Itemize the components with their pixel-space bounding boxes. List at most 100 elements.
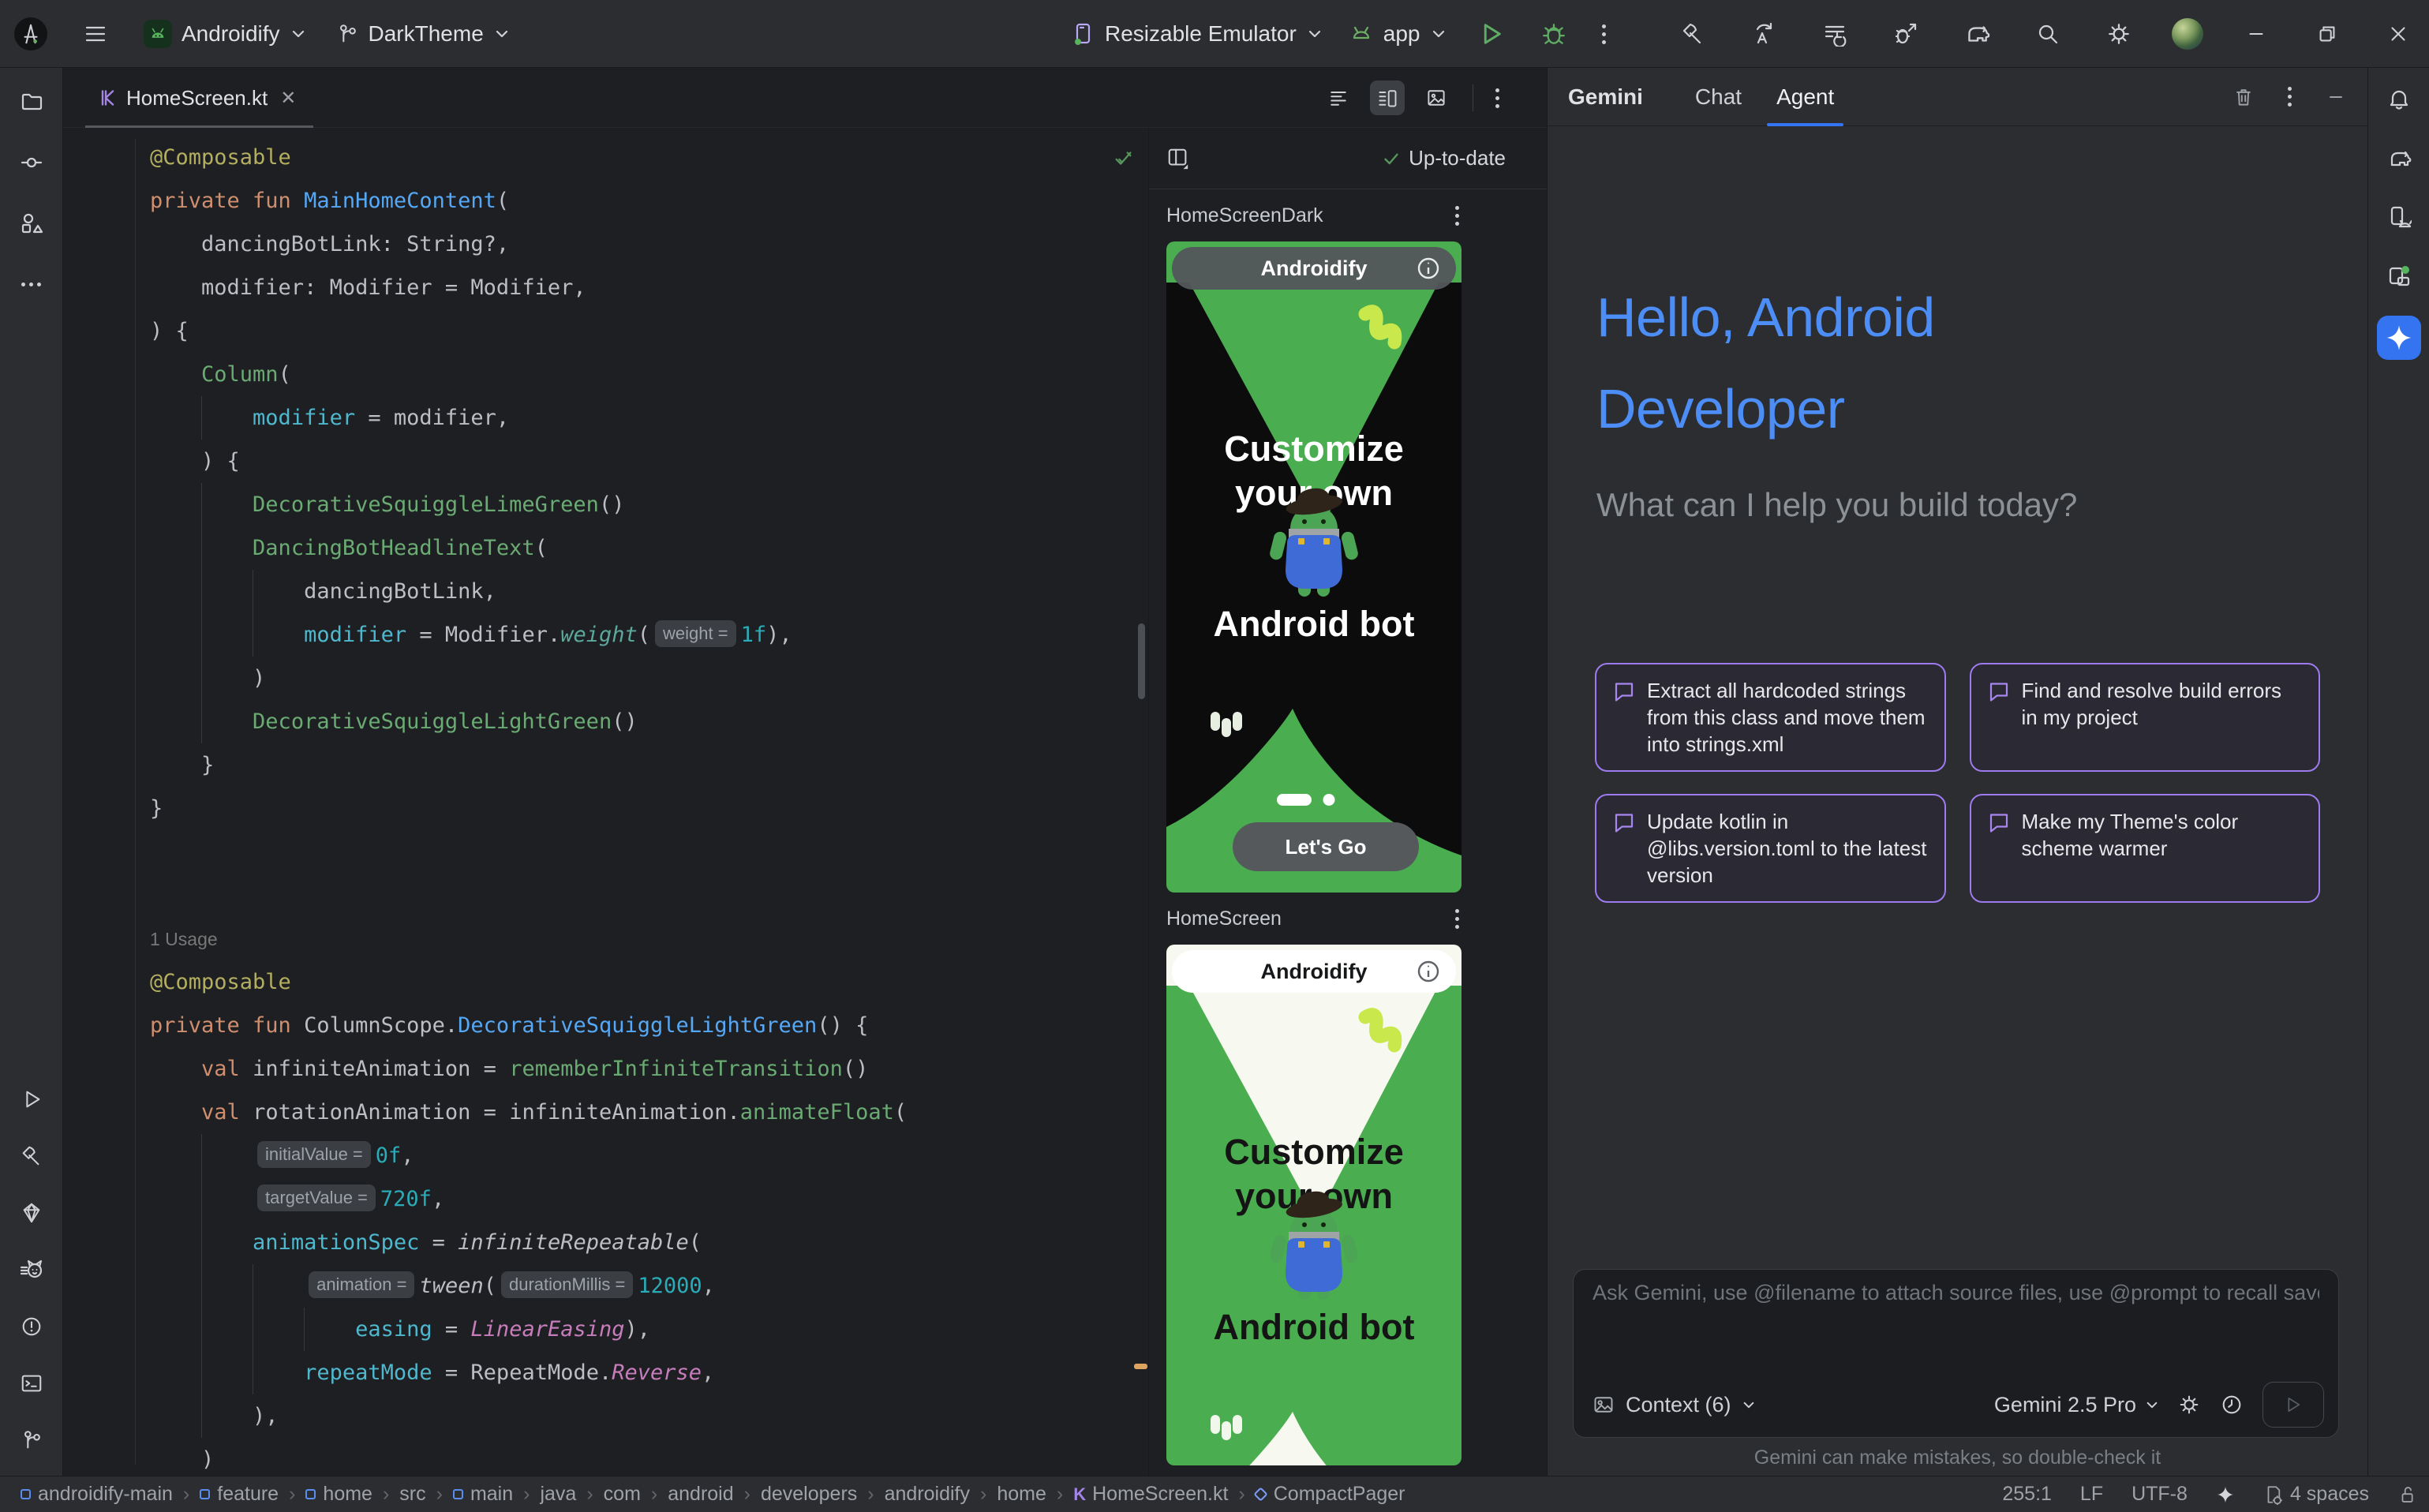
run-configuration-selector[interactable]: app xyxy=(1349,21,1446,47)
settings-button[interactable] xyxy=(2101,16,2137,52)
chevron-down-icon xyxy=(1742,1401,1755,1409)
code-line: ) { xyxy=(150,440,1148,483)
android-studio-logo-icon[interactable] xyxy=(14,17,47,51)
line-separator-widget[interactable]: LF xyxy=(2080,1483,2103,1506)
chat-bubble-icon xyxy=(1612,680,1636,704)
gemini-tool-button-active[interactable] xyxy=(2377,316,2421,360)
editor-scrollbar[interactable] xyxy=(1138,623,1145,699)
homescreendark-preview-image[interactable]: Androidify Customize your own xyxy=(1166,241,1462,893)
breadcrumb-item[interactable]: src xyxy=(372,1483,426,1506)
sync-changes-button[interactable] xyxy=(1746,16,1782,52)
hero-title-line1: Hello, Android xyxy=(1596,271,2320,363)
terminal-tool-button[interactable] xyxy=(13,1365,50,1402)
breadcrumb-item[interactable]: com xyxy=(576,1483,641,1506)
user-avatar[interactable] xyxy=(2172,18,2203,50)
app-quality-insights-tool-button[interactable] xyxy=(13,1195,50,1231)
project-icon xyxy=(144,20,172,48)
run-tool-button[interactable] xyxy=(13,1081,50,1117)
svg-text:Customize: Customize xyxy=(1224,429,1404,469)
send-button[interactable] xyxy=(2262,1382,2324,1428)
gradle-sync-button[interactable] xyxy=(1959,16,1995,52)
unlock-icon[interactable] xyxy=(2397,1484,2418,1505)
breadcrumb-item[interactable]: feature xyxy=(173,1483,279,1506)
code-line: ) xyxy=(150,657,1148,700)
gemini-settings-icon[interactable] xyxy=(2177,1393,2201,1417)
inspections-passed-icon[interactable] xyxy=(1112,147,1136,170)
history-icon[interactable] xyxy=(2220,1393,2244,1417)
run-button[interactable] xyxy=(1473,16,1509,52)
project-name: Androidify xyxy=(182,21,280,47)
main-menu-button[interactable] xyxy=(77,16,114,52)
gemini-prompt-input[interactable] xyxy=(1593,1281,2319,1375)
build-tool-button[interactable] xyxy=(13,1138,50,1174)
preview-options-button[interactable] xyxy=(1452,906,1462,932)
notifications-tool-button[interactable] xyxy=(2381,82,2417,118)
window-close-button[interactable] xyxy=(2380,16,2416,52)
breadcrumb-item[interactable]: android xyxy=(641,1483,734,1506)
context-selector[interactable]: Context (6) xyxy=(1626,1393,1731,1417)
code-view-button[interactable] xyxy=(1321,80,1356,115)
more-run-options-button[interactable] xyxy=(1599,21,1609,47)
caret-position-widget[interactable]: 255:1 xyxy=(2002,1483,2052,1506)
preview-options-button[interactable] xyxy=(1452,203,1462,229)
build-variants-button[interactable] xyxy=(1817,16,1853,52)
gradle-elephant-icon xyxy=(2386,146,2412,171)
window-restore-button[interactable] xyxy=(2309,16,2345,52)
search-everywhere-button[interactable] xyxy=(2030,16,2066,52)
resource-manager-tool-button[interactable] xyxy=(13,205,50,241)
breadcrumb-item[interactable]: home xyxy=(279,1483,372,1506)
vcs-branch-widget[interactable]: DarkTheme xyxy=(335,21,509,47)
encoding-widget[interactable]: UTF-8 xyxy=(2131,1483,2188,1506)
design-view-button[interactable] xyxy=(1419,80,1454,115)
tab-close-icon[interactable]: ✕ xyxy=(277,87,299,110)
breadcrumb-item[interactable]: KHomeScreen.kt xyxy=(1046,1483,1229,1506)
device-manager-tool-button[interactable] xyxy=(2381,199,2417,235)
tab-agent[interactable]: Agent xyxy=(1759,68,1851,126)
compose-preview-panel: Up-to-date HomeScreenDark Androidify Cus… xyxy=(1148,128,1547,1476)
homescreen-preview-image[interactable]: Androidify Customize your own xyxy=(1166,945,1462,1465)
project-tool-button[interactable] xyxy=(13,84,50,120)
window-minimize-button[interactable] xyxy=(2238,16,2274,52)
attach-context-icon[interactable] xyxy=(1593,1394,1615,1416)
breadcrumb-item[interactable]: main xyxy=(426,1483,514,1506)
preview-layout-icon[interactable] xyxy=(1166,147,1190,170)
code-line: ), xyxy=(150,1394,1148,1438)
breadcrumb-item[interactable]: developers xyxy=(734,1483,858,1506)
debug-button[interactable] xyxy=(1536,16,1572,52)
trash-icon[interactable] xyxy=(2233,86,2255,108)
main-toolbar: Androidify DarkTheme Resizable Emulator … xyxy=(0,0,2429,68)
breadcrumb-item[interactable]: home xyxy=(970,1483,1046,1506)
logcat-tool-button[interactable] xyxy=(13,1252,50,1288)
hide-panel-icon[interactable] xyxy=(2325,86,2347,108)
problems-tool-button[interactable] xyxy=(13,1308,50,1345)
code-line: initialValue =0f, xyxy=(150,1134,1148,1177)
gemini-suggestion-card[interactable]: Extract all hardcoded strings from this … xyxy=(1595,663,1946,772)
commit-tool-button[interactable] xyxy=(13,144,50,181)
editor-options-button[interactable] xyxy=(1492,85,1503,111)
build-button[interactable] xyxy=(1675,16,1711,52)
tab-chat[interactable]: Chat xyxy=(1678,68,1759,126)
code-editor[interactable]: @Composableprivate fun MainHomeContent( … xyxy=(63,128,1148,1476)
breadcrumb-item[interactable]: CompactPager xyxy=(1228,1483,1405,1506)
editor-tab-homescreen[interactable]: HomeScreen.kt ✕ xyxy=(85,68,313,128)
gemini-suggestion-card[interactable]: Find and resolve build errors in my proj… xyxy=(1970,663,2321,772)
attach-debugger-button[interactable] xyxy=(1888,16,1924,52)
running-devices-tool-button[interactable] xyxy=(2381,257,2417,294)
model-selector[interactable]: Gemini 2.5 Pro xyxy=(1994,1393,2136,1417)
indent-widget[interactable]: 4 spaces xyxy=(2263,1483,2369,1506)
gradle-tool-button[interactable] xyxy=(2381,140,2417,177)
breadcrumb-item[interactable]: java xyxy=(513,1483,576,1506)
suggestion-text: Extract all hardcoded strings from this … xyxy=(1647,677,1929,758)
gemini-suggestion-card[interactable]: Make my Theme's color scheme warmer xyxy=(1970,794,2321,903)
breadcrumb-item[interactable]: androidify-main xyxy=(21,1483,173,1506)
version-control-tool-button[interactable] xyxy=(13,1422,50,1458)
gemini-status-spark-icon[interactable] xyxy=(2216,1485,2235,1504)
breadcrumb-item[interactable]: androidify xyxy=(857,1483,970,1506)
more-tool-windows-button[interactable] xyxy=(13,266,50,302)
device-selector[interactable]: Resizable Emulator xyxy=(1070,21,1322,47)
gemini-suggestion-card[interactable]: Update kotlin in @libs.version.toml to t… xyxy=(1595,794,1946,903)
gemini-options-button[interactable] xyxy=(2285,84,2295,110)
split-view-button[interactable] xyxy=(1370,80,1405,115)
project-widget[interactable]: Androidify xyxy=(144,20,305,48)
diamond-icon xyxy=(20,1201,43,1225)
